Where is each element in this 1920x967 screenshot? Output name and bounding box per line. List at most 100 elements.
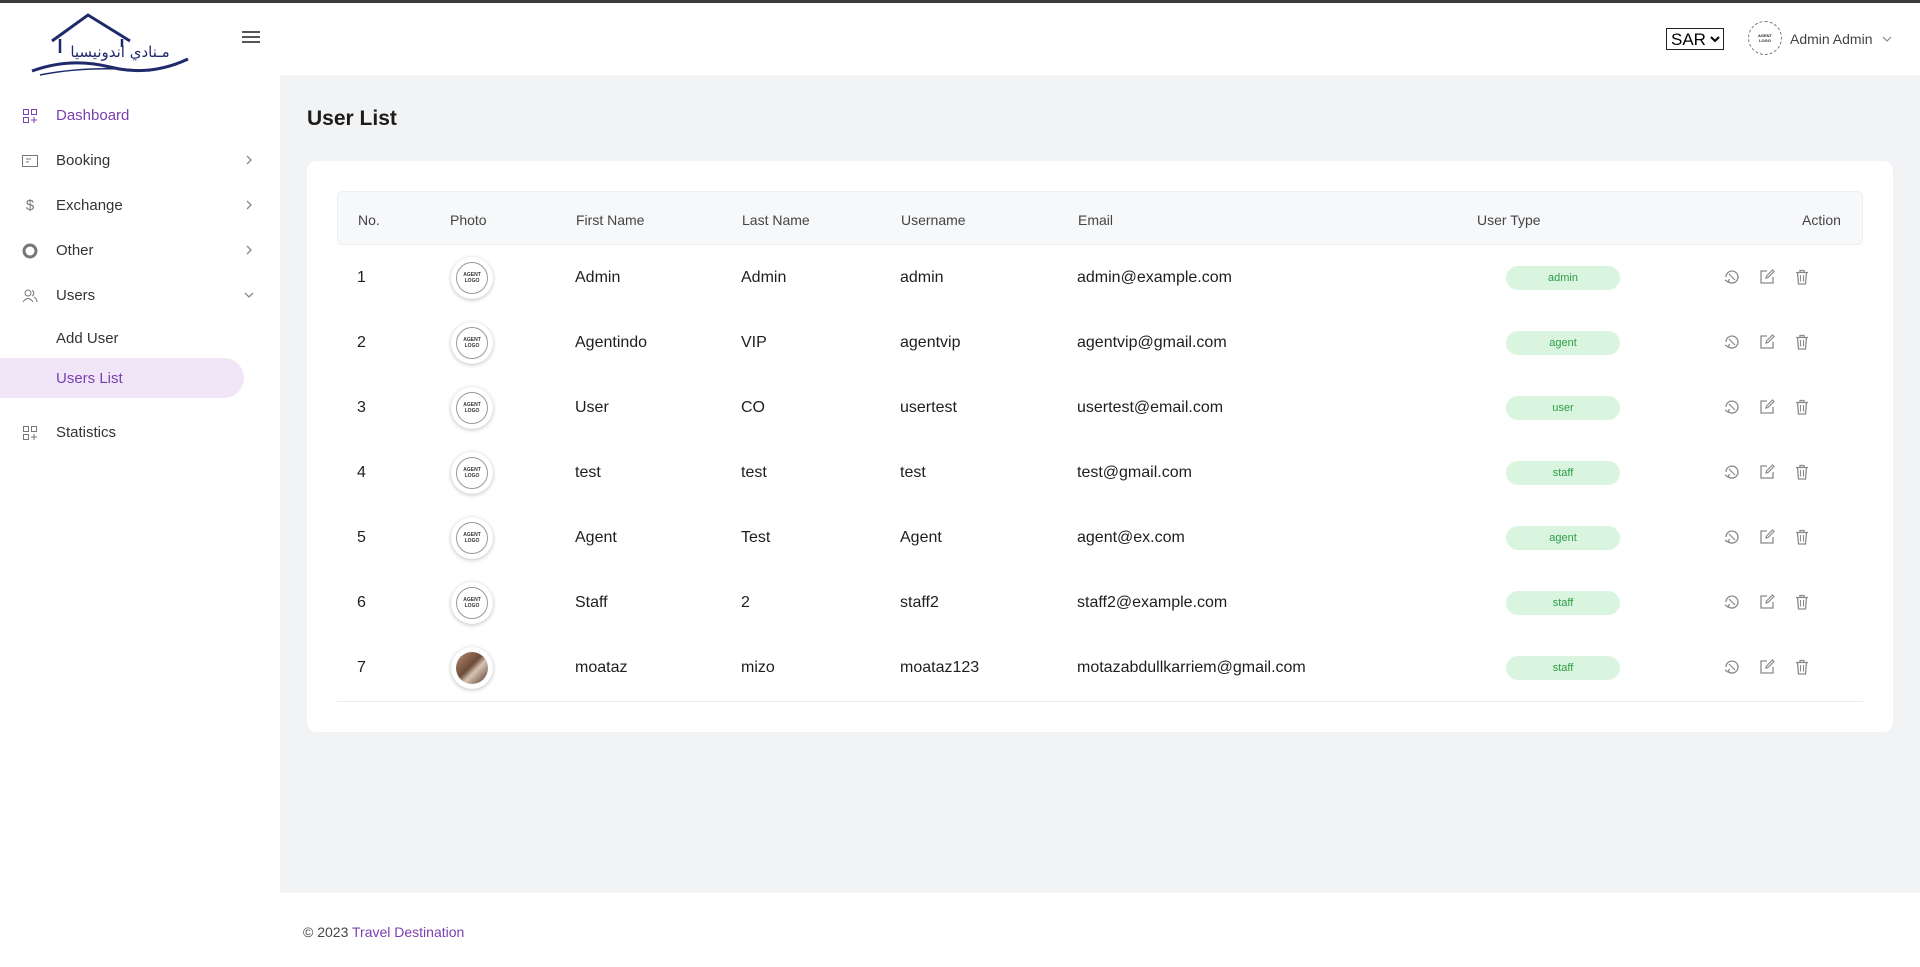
footer-text: © 2023 Travel Destination [303, 924, 464, 940]
sidebar-subitem-label: Add User [56, 329, 119, 347]
copyright-text: © 2023 [303, 924, 352, 940]
table-row: 7 moataz mizo moataz123 motazabdullkarriem@g… [337, 635, 1863, 700]
trash-icon[interactable] [1793, 463, 1811, 481]
edit-icon[interactable] [1758, 658, 1776, 676]
sidebar-item-booking[interactable]: Booking [0, 138, 280, 183]
user-type-badge: user [1506, 396, 1620, 420]
user-type-badge: staff [1506, 656, 1620, 680]
edit-icon[interactable] [1758, 528, 1776, 546]
cell-last-name: CO [741, 399, 765, 416]
user-photo: AGENT LOGO [451, 322, 493, 364]
photo-content: AGENT LOGO [456, 587, 488, 619]
users-icon [22, 288, 38, 304]
trash-icon[interactable] [1793, 658, 1811, 676]
user-photo [451, 647, 493, 689]
cell-no: 3 [357, 399, 366, 416]
cell-first-name: Staff [575, 594, 608, 611]
ticket-icon [22, 153, 38, 169]
cell-username: Agent [900, 529, 942, 546]
user-photo: AGENT LOGO [451, 257, 493, 299]
user-type-badge: staff [1506, 591, 1620, 615]
sidebar-item-label: Users [56, 287, 96, 304]
edit-icon[interactable] [1758, 333, 1776, 351]
sidebar-item-label: Statistics [56, 424, 117, 441]
cell-email: usertest@email.com [1077, 399, 1224, 416]
brand-logo[interactable]: مـنادي اندونيسيا [30, 9, 190, 79]
chevron-right-icon [246, 155, 252, 165]
user-photo: AGENT LOGO [451, 582, 493, 624]
cell-no: 2 [357, 334, 366, 351]
user-menu-name[interactable]: Admin Admin [1790, 31, 1872, 47]
column-header-user-type: User Type [1477, 212, 1541, 228]
table-row: 3 AGENT LOGO User CO usertest usertest@email.… [337, 375, 1863, 440]
sidebar-item-users[interactable]: Users [0, 273, 280, 318]
menu-toggle-icon[interactable] [242, 31, 260, 47]
cell-username: staff2 [900, 594, 939, 611]
column-header-photo: Photo [450, 212, 487, 228]
photo-content: AGENT LOGO [456, 262, 488, 294]
reset-icon[interactable] [1723, 268, 1741, 286]
cell-email: agentvip@gmail.com [1077, 334, 1227, 351]
dashboard-icon [22, 108, 38, 124]
user-type-badge: staff [1506, 461, 1620, 485]
table-row: 5 AGENT LOGO Agent Test Agent agent@ex.com age… [337, 505, 1863, 570]
cell-no: 7 [357, 659, 366, 676]
cell-last-name: mizo [741, 659, 775, 676]
reset-icon[interactable] [1723, 658, 1741, 676]
column-header-email: Email [1078, 212, 1114, 228]
cell-email: motazabdullkarriem@gmail.com [1077, 659, 1306, 676]
cell-no: 5 [357, 529, 366, 546]
cell-email: test@gmail.com [1077, 464, 1192, 481]
edit-icon[interactable] [1758, 398, 1776, 416]
column-header-last-name: Last Name [742, 212, 810, 228]
reset-icon[interactable] [1723, 333, 1741, 351]
column-header-username: Username [901, 212, 966, 228]
avatar[interactable]: AGENT LOGO [1748, 21, 1782, 55]
edit-icon[interactable] [1758, 463, 1776, 481]
cell-first-name: User [575, 399, 609, 416]
chevron-down-icon [244, 292, 254, 298]
trash-icon[interactable] [1793, 268, 1811, 286]
reset-icon[interactable] [1723, 463, 1741, 481]
column-header-first-name: First Name [576, 212, 645, 228]
user-photo: AGENT LOGO [451, 387, 493, 429]
cell-first-name: test [575, 464, 601, 481]
sidebar-item-label: Dashboard [56, 107, 130, 124]
trash-icon[interactable] [1793, 398, 1811, 416]
sidebar-item-label: Exchange [56, 197, 123, 214]
footer-link[interactable]: Travel Destination [352, 924, 464, 940]
reset-icon[interactable] [1723, 528, 1741, 546]
currency-select[interactable]: SAR [1666, 28, 1724, 50]
cell-no: 6 [357, 594, 366, 611]
edit-icon[interactable] [1758, 593, 1776, 611]
trash-icon[interactable] [1793, 528, 1811, 546]
cell-last-name: VIP [741, 334, 767, 351]
sidebar-item-exchange[interactable]: $ Exchange [0, 183, 280, 228]
cell-no: 4 [357, 464, 366, 481]
page-title: User List [307, 107, 397, 130]
trash-icon[interactable] [1793, 333, 1811, 351]
table-header: No. Photo First Name Last Name Username … [337, 191, 1863, 245]
sidebar-item-dashboard[interactable]: Dashboard [0, 93, 280, 138]
chevron-right-icon [246, 245, 252, 255]
user-table-card: No. Photo First Name Last Name Username … [307, 161, 1893, 732]
cell-last-name: Test [741, 529, 771, 546]
sidebar-subitem-label: Users List [56, 369, 123, 387]
sidebar-subitem-users-list[interactable]: Users List [0, 358, 244, 398]
logo-text: مـنادي اندونيسيا [70, 43, 169, 62]
chevron-right-icon [246, 200, 252, 210]
cell-last-name: 2 [741, 594, 750, 611]
sidebar-subitem-add-user[interactable]: Add User [0, 318, 280, 358]
chevron-down-icon[interactable] [1882, 34, 1892, 44]
window-top-border [0, 0, 1920, 3]
cell-email: admin@example.com [1077, 269, 1232, 286]
reset-icon[interactable] [1723, 398, 1741, 416]
trash-icon[interactable] [1793, 593, 1811, 611]
reset-icon[interactable] [1723, 593, 1741, 611]
sidebar-item-label: Booking [56, 152, 111, 169]
edit-icon[interactable] [1758, 268, 1776, 286]
sidebar-item-other[interactable]: Other [0, 228, 280, 273]
cell-last-name: Admin [741, 269, 787, 286]
cell-email: staff2@example.com [1077, 594, 1228, 611]
sidebar-item-statistics[interactable]: Statistics [0, 410, 280, 455]
